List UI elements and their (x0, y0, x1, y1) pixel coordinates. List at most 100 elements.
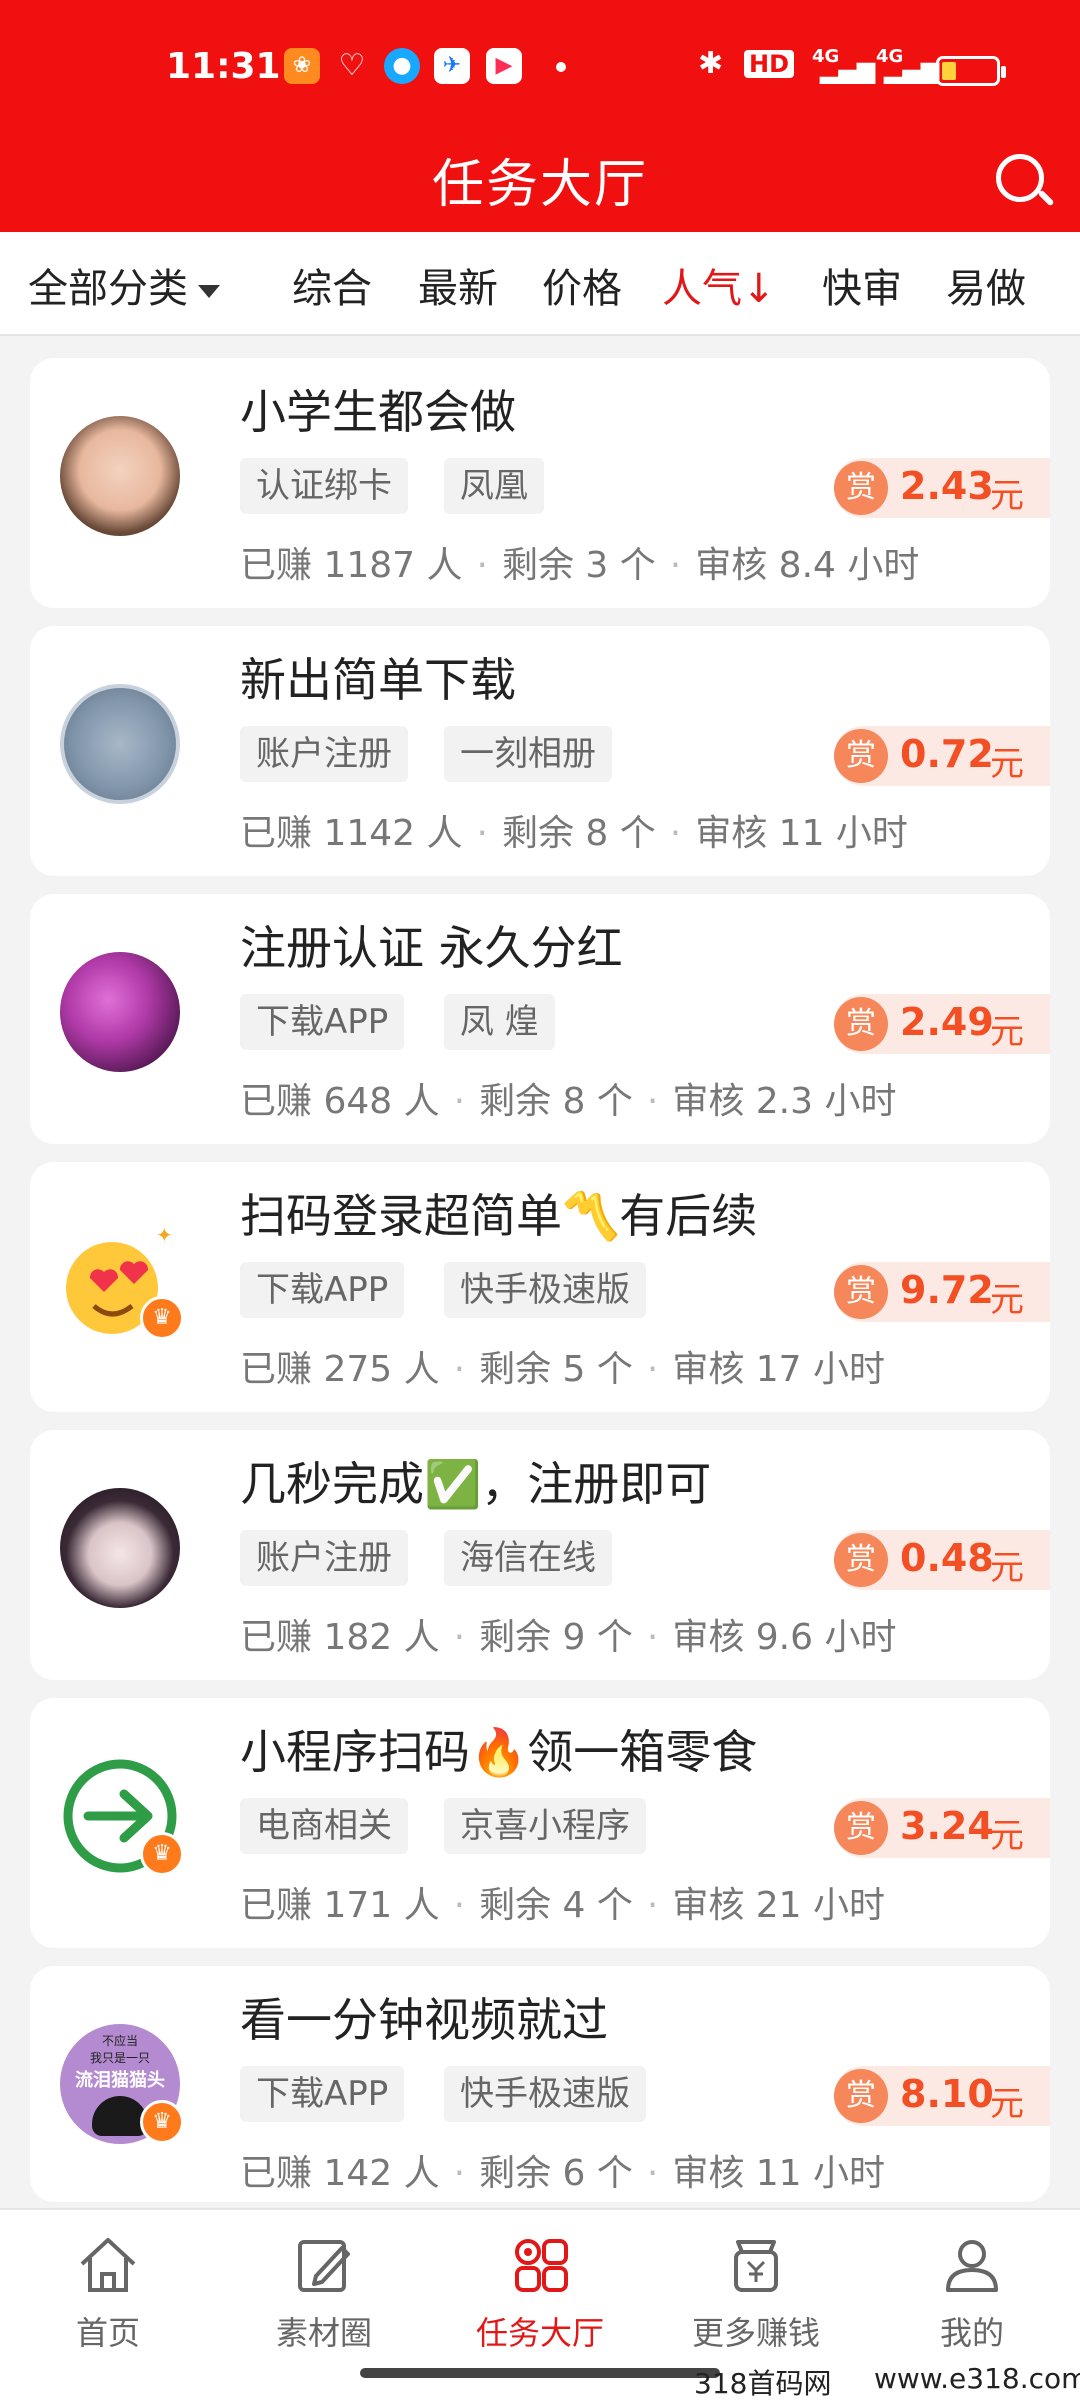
avatar-caption-1: 不应当 (101, 2034, 138, 2048)
task-card[interactable]: ♛ 小程序扫码🔥领一箱零食 电商相关 京喜小程序 赏 3.24 元 已赚 171… (30, 1698, 1050, 1948)
task-title: 几秒完成✅，注册即可 (240, 1457, 712, 1511)
reward-badge: 赏 3.24 元 (834, 1798, 1050, 1858)
more-notifications-icon (556, 62, 566, 72)
task-card[interactable]: 不应当 我只是一只 流泪猫猫头 ♛ 看一分钟视频就过 下载APP 快手极速版 赏… (30, 1966, 1050, 2202)
crown-icon: ♛ (140, 2100, 184, 2144)
task-card[interactable]: 注册认证 永久分红 下载APP 凤 煌 赏 2.49 元 已赚 648 人 · 剩余… (30, 894, 1050, 1144)
crown-icon: ♛ (140, 1296, 184, 1340)
reward-unit: 元 (990, 1816, 1024, 1856)
watermark-right: www.e318.com (874, 2362, 1080, 2395)
task-tag: 快手极速版 (444, 2066, 646, 2122)
tab-profile[interactable]: 我的 (864, 2234, 1080, 2354)
reward-amount: 0.48 (900, 1536, 994, 1580)
status-time: 11:31 (166, 46, 281, 87)
review-time: 审核 17 小时 (672, 1349, 886, 1390)
telecom-notification-icon: ✈ (434, 48, 470, 84)
task-card[interactable]: 新出简单下载 账户注册 一刻相册 赏 0.72 元 已赚 1142 人 · 剩余 8… (30, 626, 1050, 876)
category-dropdown[interactable]: 全部分类 (28, 256, 220, 314)
home-icon (80, 2238, 136, 2292)
app-notification-icon: ❀ (284, 48, 320, 84)
earned-count: 已赚 171 人 (240, 1885, 440, 1926)
reward-amount: 2.43 (900, 464, 994, 508)
signal-icon: ▂▄▆ (820, 56, 876, 84)
hd-badge: HD (744, 50, 795, 78)
sort-tab-fast-review[interactable]: 快审 (822, 256, 902, 314)
person-icon (946, 2240, 998, 2292)
tab-home[interactable]: 首页 (0, 2234, 216, 2354)
avatar (60, 416, 180, 536)
earned-count: 已赚 142 人 (240, 2153, 440, 2194)
review-time: 审核 8.4 小时 (695, 545, 920, 586)
watermark-left: 318首码网 (694, 2367, 832, 2400)
qq-notification-icon: ● (384, 48, 420, 84)
edit-icon (298, 2240, 350, 2292)
remaining-count: 剩余 8 个 (479, 1081, 633, 1122)
sort-tab-latest[interactable]: 最新 (418, 256, 498, 314)
svg-text:✦: ✦ (156, 1223, 173, 1247)
sort-tab-comprehensive[interactable]: 综合 (292, 256, 372, 314)
battery-icon (936, 56, 1006, 86)
reward-amount: 8.10 (900, 2072, 994, 2116)
chevron-down-icon (198, 284, 220, 298)
yen-bag-icon (734, 2240, 778, 2292)
tab-label: 任务大厅 (475, 2314, 604, 2352)
task-tag: 京喜小程序 (444, 1798, 646, 1854)
reward-badge: 赏 9.72 元 (834, 1262, 1050, 1322)
search-icon[interactable] (996, 154, 1044, 202)
review-time: 审核 2.3 小时 (672, 1081, 897, 1122)
task-card[interactable]: 小学生都会做 认证绑卡 凤凰 赏 2.43 元 已赚 1187 人 · 剩余 3 个… (30, 358, 1050, 608)
remaining-count: 剩余 4 个 (479, 1885, 633, 1926)
sort-tab-price[interactable]: 价格 (542, 256, 622, 314)
remaining-count: 剩余 9 个 (479, 1617, 633, 1658)
reward-badge: 赏 0.72 元 (834, 726, 1050, 786)
avatar-caption-2: 我只是一只 (89, 2051, 150, 2065)
tab-more-earnings[interactable]: 更多赚钱 (648, 2234, 864, 2354)
reward-unit: 元 (990, 476, 1024, 516)
bluetooth-icon: ✱ (698, 46, 724, 81)
task-tag: 认证绑卡 (240, 458, 408, 514)
task-card[interactable]: 几秒完成✅，注册即可 账户注册 海信在线 赏 0.48 元 已赚 182 人 · 剩… (30, 1430, 1050, 1680)
tab-label: 我的 (939, 2314, 1004, 2352)
avatar (60, 684, 180, 804)
reward-badge: 赏 2.49 元 (834, 994, 1050, 1054)
review-time: 审核 11 小时 (672, 2153, 886, 2194)
earned-count: 已赚 182 人 (240, 1617, 440, 1658)
task-tag: 账户注册 (240, 1530, 408, 1586)
earned-count: 已赚 648 人 (240, 1081, 440, 1122)
status-bar: 11:31 ❀ ♡ ● ✈ ▶ ✱ HD 4G ▂▄▆ 4G ▂▄▆ (0, 0, 1080, 140)
home-indicator[interactable] (360, 2368, 720, 2378)
tab-label: 首页 (75, 2314, 140, 2352)
tab-task-hall[interactable]: 任务大厅 (432, 2234, 648, 2354)
task-card[interactable]: ✦ ♛ 扫码登录超简单〽️有后续 下载APP 快手极速版 赏 9.72 元 已赚… (30, 1162, 1050, 1412)
review-time: 审核 9.6 小时 (672, 1617, 897, 1658)
remaining-count: 剩余 8 个 (501, 813, 656, 854)
crown-icon: ♛ (140, 1832, 184, 1876)
video-notification-icon: ▶ (486, 48, 522, 84)
task-title: 扫码登录超简单〽️有后续 (240, 1189, 758, 1243)
task-title: 新出简单下载 (240, 653, 516, 707)
reward-label: 赏 (834, 461, 888, 515)
reward-label: 赏 (834, 1265, 888, 1319)
tab-materials[interactable]: 素材圈 (216, 2234, 432, 2354)
task-title: 小程序扫码🔥领一箱零食 (240, 1725, 758, 1779)
earned-count: 已赚 275 人 (240, 1349, 440, 1390)
task-tag: 账户注册 (240, 726, 408, 782)
avatar (60, 1488, 180, 1608)
task-tag: 快手极速版 (444, 1262, 646, 1318)
task-tag: 下载APP (240, 1262, 405, 1318)
reward-label: 赏 (834, 997, 888, 1051)
signal-icon-2: ▂▄▆ (884, 56, 940, 84)
reward-amount: 0.72 (900, 732, 994, 776)
remaining-count: 剩余 6 个 (479, 2153, 633, 2194)
sort-tab-easy[interactable]: 易做 (946, 256, 1026, 314)
task-title: 注册认证 永久分红 (240, 921, 623, 975)
reward-amount: 9.72 (900, 1268, 994, 1312)
sort-tab-popularity[interactable]: 人气↓ (662, 256, 776, 314)
reward-label: 赏 (834, 2069, 888, 2123)
review-time: 审核 11 小时 (695, 813, 908, 854)
reward-amount: 3.24 (900, 1804, 994, 1848)
task-title: 看一分钟视频就过 (240, 1993, 608, 2047)
task-tag: 下载APP (240, 994, 405, 1050)
reward-badge: 赏 8.10 元 (834, 2066, 1050, 2126)
reward-unit: 元 (990, 1280, 1024, 1320)
